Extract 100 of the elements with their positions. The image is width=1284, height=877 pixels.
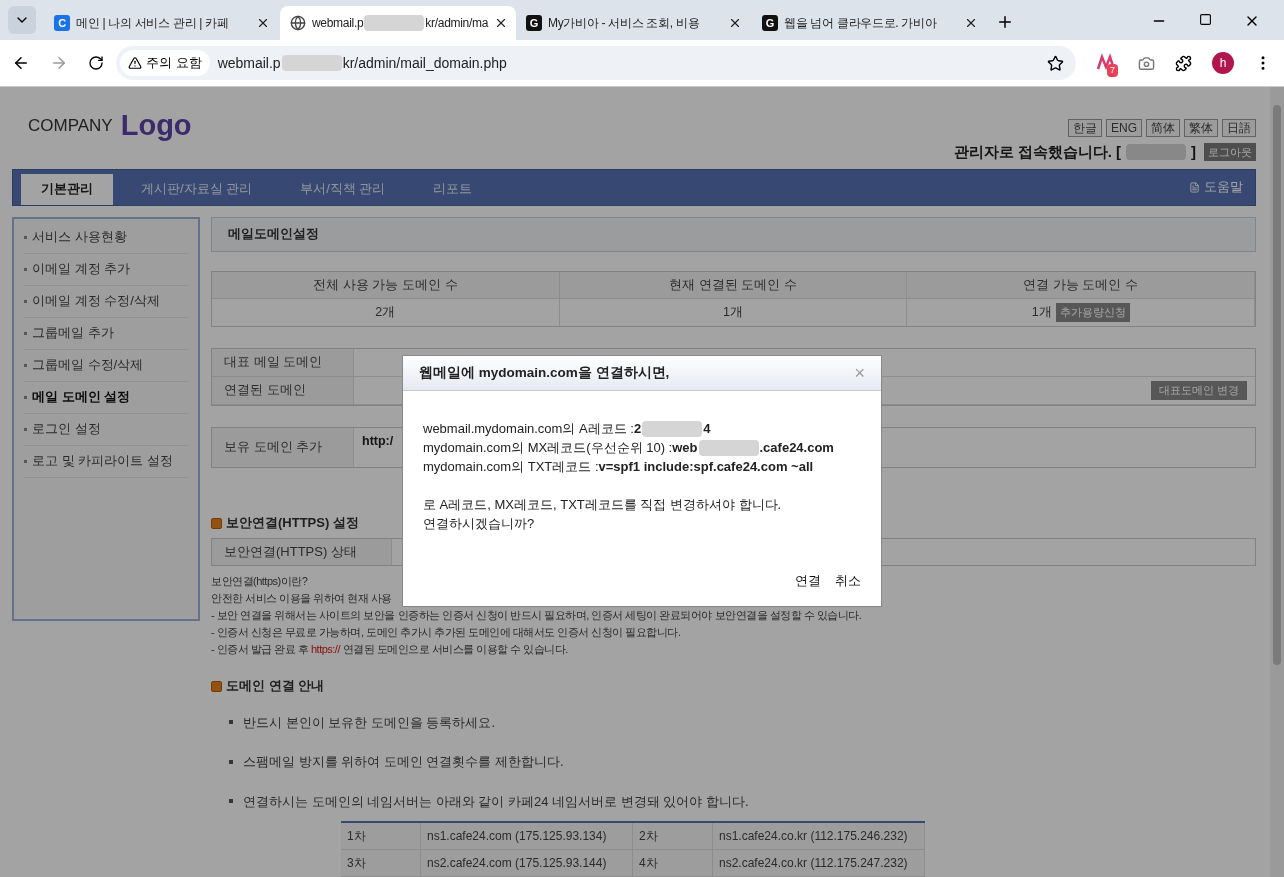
table-cell-text: ns2.cafe24.co.kr (112.175.247.232) bbox=[719, 855, 908, 872]
site-favicon-icon: G bbox=[762, 15, 778, 31]
redacted-blur bbox=[1126, 144, 1186, 161]
table-cell-text: ns1.cafe24.co.kr (112.175.246.232) bbox=[719, 828, 908, 845]
bullet-icon bbox=[24, 427, 27, 431]
table-cell-text: 2차 bbox=[639, 828, 658, 845]
bullet-icon bbox=[24, 267, 27, 271]
extensions-icon[interactable] bbox=[1175, 54, 1192, 72]
section-marker-icon bbox=[211, 681, 222, 693]
add-capacity-button[interactable]: 추가용량신청 bbox=[1055, 302, 1130, 322]
close-icon[interactable] bbox=[256, 16, 270, 30]
sidebar-item[interactable]: 서비스 사용현황 bbox=[24, 221, 188, 254]
guide-bullet-text: 스팸메일 방지를 위하여 도메인 연결횟수를 제한합니다. bbox=[243, 753, 564, 771]
tab-title: 웹을 넘어 클라우드로. 가비아 bbox=[784, 15, 938, 32]
tab-search-button[interactable] bbox=[8, 6, 36, 34]
nav-tab[interactable]: 기본관리 bbox=[21, 173, 113, 205]
table-cell-text: 1개 bbox=[1031, 303, 1052, 321]
section-marker-icon bbox=[211, 517, 222, 529]
table-cell-text: 4차 bbox=[639, 855, 658, 872]
dialog-title: 웹메일에 mydomain.com을 연결하시면, bbox=[419, 363, 670, 382]
bullet-icon bbox=[24, 331, 27, 335]
guide-bullet-text: 반드시 본인이 보유한 도메인을 등록하세요. bbox=[243, 713, 496, 732]
table-header: 전체 사용 가능 도메인 수 bbox=[212, 271, 560, 299]
back-icon[interactable] bbox=[12, 54, 30, 72]
forward-icon[interactable] bbox=[50, 54, 68, 72]
language-button[interactable]: 日語 bbox=[1222, 119, 1256, 137]
sidebar-item[interactable]: 로고 및 카피라이트 설정 bbox=[24, 445, 188, 478]
new-tab-icon[interactable] bbox=[996, 13, 1014, 31]
row-label: 보안연결(HTTPS) 상태 bbox=[212, 539, 392, 565]
admin-login-text: 관리자로 접속했습니다. [ bbox=[953, 142, 1121, 162]
url-text: webmail.p kr/admin/mail_domain.php bbox=[217, 53, 507, 73]
address-bar[interactable]: 주의 요함 webmail.p kr/admin/mail_domain.php bbox=[116, 46, 1076, 80]
note-line: - 인증서 발급 완료 후 https:// 연결된 도메인으로 서비스를 이용할 수 있습니다. bbox=[211, 642, 568, 657]
table-cell-text: 3차 bbox=[347, 855, 366, 872]
browser-tab[interactable]: webmail.p kr/admin/ma bbox=[280, 6, 516, 40]
table-header: 연결 가능 도메인 수 bbox=[907, 271, 1255, 299]
table-cell-text: ns2.cafe24.com (175.125.93.144) bbox=[427, 855, 607, 872]
browser-tab[interactable]: C 메인 | 나의 서비스 관리 | 카페 bbox=[44, 6, 280, 40]
bracket-text: ] bbox=[1191, 142, 1196, 162]
close-icon[interactable] bbox=[728, 16, 742, 30]
globe-icon bbox=[290, 15, 306, 31]
dialog-action-button[interactable]: 취소 bbox=[835, 570, 861, 590]
table-header: 현재 연결된 도메인 수 bbox=[559, 271, 908, 299]
guide-bullet-text: 연결하시는 도메인의 네임서버는 아래와 같이 카페24 네임서버로 변경돼 있어야 합니다. bbox=[243, 792, 749, 811]
language-button[interactable]: 繁体 bbox=[1184, 119, 1218, 137]
browser-tab[interactable]: G My가비아 - 서비스 조회, 비용 bbox=[516, 6, 752, 40]
browser-tab[interactable]: G 웹을 넘어 클라우드로. 가비아 bbox=[752, 6, 988, 40]
sidebar-item[interactable]: 그룹메일 수정/삭제 bbox=[24, 349, 188, 382]
site-favicon-icon: G bbox=[526, 15, 542, 31]
row-label: 연결된 도메인 bbox=[212, 376, 354, 404]
camera-icon[interactable] bbox=[1138, 54, 1155, 72]
extension-badge: 7 bbox=[1107, 63, 1118, 77]
language-button[interactable]: 简体 bbox=[1146, 119, 1180, 137]
logout-button[interactable]: 로그아웃 bbox=[1204, 143, 1256, 162]
tab-title: 메인 | 나의 서비스 관리 | 카페 bbox=[76, 15, 230, 32]
security-chip[interactable]: 주의 요함 bbox=[120, 50, 210, 76]
note-title: 보안연결(https)이란? bbox=[211, 574, 308, 589]
tab-title: My가비아 - 서비스 조회, 비용 bbox=[548, 15, 701, 32]
bullet-icon bbox=[229, 799, 233, 804]
sidebar-item[interactable]: 이메일 계정 추가 bbox=[24, 253, 188, 286]
company-text: COMPANY bbox=[28, 114, 113, 137]
redacted-blur bbox=[281, 55, 342, 71]
profile-avatar[interactable]: h bbox=[1212, 52, 1234, 74]
bullet-icon bbox=[24, 395, 27, 399]
sidebar-item[interactable]: 이메일 계정 수정/삭제 bbox=[24, 285, 188, 318]
bullet-icon bbox=[24, 299, 27, 303]
warning-icon bbox=[128, 56, 142, 70]
language-button[interactable]: 한글 bbox=[1068, 119, 1102, 137]
note-line: - 보안 연결을 위해서는 사이트의 보안을 인증하는 인증서 신청이 반드시 필요하며, 인증서 세팅이 완료되어야 보안연결을 설정할 수 있습니다. bbox=[211, 608, 862, 623]
note-line: - 인증서 신청은 무료로 가능하며, 도메인 추가시 추가된 도메인에 대해서도 인증서 신청이 필요합니다. bbox=[211, 625, 681, 640]
section-title: 메일도메인설정 bbox=[228, 225, 319, 244]
nav-tab[interactable]: 부서/직책 관리 bbox=[280, 173, 406, 205]
sidebar-item[interactable]: 로그인 설정 bbox=[24, 413, 188, 446]
dialog-action-button[interactable]: 연결 bbox=[795, 570, 821, 590]
site-favicon-icon: C bbox=[54, 15, 70, 31]
maximize-icon[interactable] bbox=[1199, 13, 1212, 26]
table-cell-text: 1개 bbox=[723, 303, 743, 321]
bullet-icon bbox=[24, 363, 27, 367]
dialog-message: 로 A레코드, MX레코드, TXT레코드를 직접 변경하셔야 합니다. bbox=[423, 496, 783, 514]
reload-icon[interactable] bbox=[88, 55, 104, 71]
note-line: 안전한 서비스 이용을 위하여 현재 사용 bbox=[211, 591, 392, 606]
table-cell-text: 2개 bbox=[375, 303, 396, 321]
row-label: 대표 메일 도메인 bbox=[212, 348, 354, 376]
logo-text: Logo bbox=[120, 111, 192, 140]
bullet-icon bbox=[229, 720, 233, 725]
sidebar-item[interactable]: 메일 도메인 설정 bbox=[24, 381, 188, 414]
sidebar-item[interactable]: 그룹메일 추가 bbox=[24, 317, 188, 350]
dialog-question: 연결하시겠습니까? bbox=[423, 515, 536, 533]
nav-tab[interactable]: 게시판/자료실 관리 bbox=[121, 173, 273, 205]
bullet-icon bbox=[24, 235, 27, 239]
https-link[interactable]: https:// bbox=[310, 643, 340, 655]
redacted-blur bbox=[364, 15, 425, 31]
bookmark-star-icon[interactable] bbox=[1047, 54, 1064, 72]
section-heading: 도메인 연결 안내 bbox=[226, 678, 325, 693]
help-link[interactable]: 도움말 bbox=[1189, 177, 1243, 197]
language-button[interactable]: ENG bbox=[1106, 119, 1142, 137]
nav-tab[interactable]: 리포트 bbox=[413, 173, 493, 205]
change-primary-domain-button[interactable]: 대표도메인 변경 bbox=[1150, 380, 1247, 400]
tab-title: webmail.p kr/admin/ma bbox=[312, 14, 489, 32]
close-icon[interactable] bbox=[964, 16, 978, 30]
